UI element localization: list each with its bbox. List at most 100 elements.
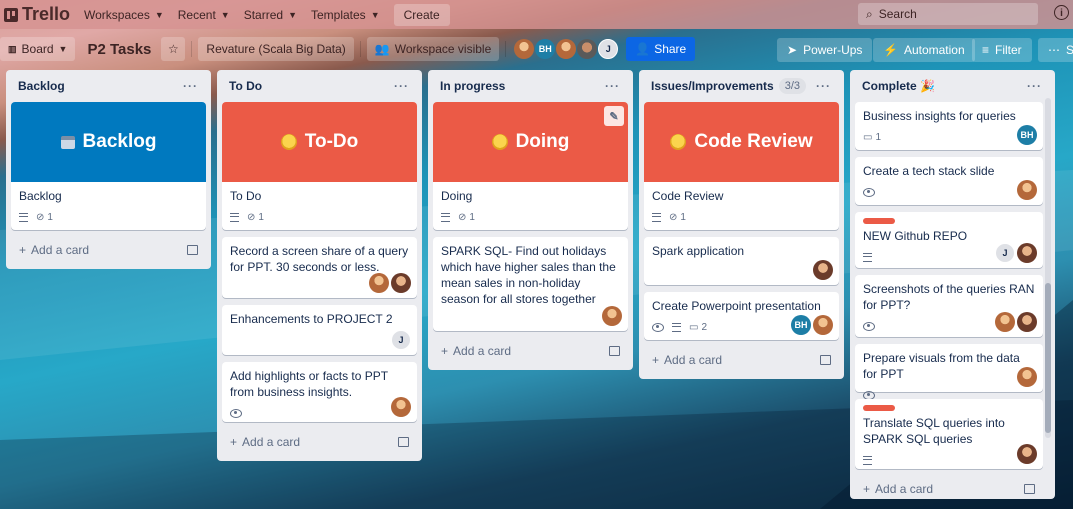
divider <box>359 41 361 57</box>
avatar[interactable] <box>514 39 535 59</box>
list-menu-icon[interactable]: ··· <box>1027 79 1042 93</box>
edit-card-icon[interactable]: ✎ <box>604 106 624 126</box>
avatar[interactable]: BH <box>791 315 811 335</box>
card-title: Business insights for queries <box>863 109 1016 123</box>
card-label-red[interactable] <box>863 405 895 411</box>
list-scrollbar[interactable] <box>1045 98 1051 438</box>
scrollbar-thumb[interactable] <box>1045 283 1051 433</box>
card-title: Record a screen share of a query for PPT… <box>230 244 409 274</box>
card[interactable]: Screenshots of the queries RAN for PPT? <box>855 275 1043 337</box>
filter-button[interactable]: ≡ Filter <box>972 38 1032 62</box>
avatar[interactable] <box>1017 243 1037 263</box>
card-template-icon[interactable] <box>820 355 831 365</box>
list-todo: To Do ··· To-Do To Do ⊘ 1 Record a screen… <box>217 70 422 461</box>
avatar[interactable]: BH <box>535 39 556 59</box>
list-header[interactable]: Backlog ··· <box>11 70 206 102</box>
search-input[interactable]: ⌕ Search <box>858 3 1038 25</box>
list-title[interactable]: Backlog <box>18 79 65 93</box>
avatar[interactable] <box>391 397 411 417</box>
card-template-icon[interactable] <box>609 346 620 356</box>
visibility-button[interactable]: 👥 Workspace visible <box>366 37 500 61</box>
card-title: To Do <box>230 189 262 203</box>
avatar[interactable] <box>369 273 389 293</box>
nav-starred[interactable]: Starred ▼ <box>244 8 297 22</box>
avatar[interactable] <box>1017 367 1037 387</box>
nav-workspaces[interactable]: Workspaces ▼ <box>84 8 164 22</box>
avatar[interactable] <box>1017 180 1037 200</box>
card[interactable]: Backlog Backlog ⊘ 1 <box>11 102 206 230</box>
list-menu-icon[interactable]: ··· <box>816 79 831 93</box>
trello-logo[interactable]: Trello <box>4 4 70 25</box>
card[interactable]: To-Do To Do ⊘ 1 <box>222 102 417 230</box>
card[interactable]: Add highlights or facts to PPT from busi… <box>222 362 417 422</box>
avatar[interactable] <box>1017 312 1037 332</box>
list-title[interactable]: To Do <box>229 79 262 93</box>
card-template-icon[interactable] <box>187 245 198 255</box>
list-title[interactable]: Issues/Improvements <box>651 79 774 93</box>
card[interactable]: Code Review Code Review ⊘ 1 <box>644 102 839 230</box>
thinking-emoji-icon <box>280 134 297 150</box>
watching-icon <box>863 321 875 331</box>
avatar[interactable] <box>813 315 833 335</box>
list-menu-icon[interactable]: ··· <box>183 79 198 93</box>
workspace-button[interactable]: Revature (Scala Big Data) <box>198 37 354 61</box>
card-label-red[interactable] <box>863 218 895 224</box>
avatar[interactable] <box>1017 444 1037 464</box>
list-header[interactable]: Issues/Improvements 3/3 ··· <box>644 70 839 102</box>
card[interactable]: SPARK SQL- Find out holidays which have … <box>433 237 628 331</box>
card[interactable]: Translate SQL queries into SPARK SQL que… <box>855 399 1043 469</box>
add-card-button[interactable]: + Add a card <box>644 347 839 373</box>
list-title[interactable]: Complete 🎉 <box>862 79 935 93</box>
star-board-button[interactable]: ☆ <box>161 37 186 61</box>
card[interactable]: Prepare visuals from the data for PPT <box>855 344 1043 400</box>
star-icon: ☆ <box>168 42 179 56</box>
board-title[interactable]: P2 Tasks <box>87 41 151 58</box>
nav-recent[interactable]: Recent ▼ <box>178 8 230 22</box>
create-button[interactable]: Create <box>393 3 450 26</box>
avatar[interactable] <box>577 39 598 59</box>
card[interactable]: Business insights for queries ▭ 1 BH <box>855 102 1043 150</box>
avatar[interactable] <box>813 260 833 280</box>
card-template-icon[interactable] <box>1024 484 1035 494</box>
add-card-button[interactable]: + Add a card <box>222 429 417 455</box>
card[interactable]: Create Powerpoint presentation ▭ 2 BH <box>644 292 839 340</box>
avatar[interactable] <box>995 312 1015 332</box>
card[interactable]: Create a tech stack slide <box>855 157 1043 205</box>
add-card-button[interactable]: + Add a card <box>433 338 628 364</box>
nav-templates[interactable]: Templates ▼ <box>311 8 380 22</box>
cover-text: Code Review <box>694 131 813 152</box>
add-card-button[interactable]: + Add a card <box>855 476 1043 499</box>
card-title: SPARK SQL- Find out holidays which have … <box>441 244 616 306</box>
avatar[interactable] <box>391 273 411 293</box>
avatar[interactable] <box>602 306 622 326</box>
avatar[interactable]: J <box>391 330 411 350</box>
info-icon[interactable]: i <box>1054 5 1069 20</box>
card[interactable]: Doing ✎ Doing ⊘ 1 <box>433 102 628 230</box>
avatar[interactable]: J <box>598 39 619 59</box>
card-cover: Backlog <box>11 102 206 182</box>
avatar[interactable]: BH <box>1017 125 1037 145</box>
card[interactable]: Spark application <box>644 237 839 285</box>
list-header[interactable]: In progress ··· <box>433 70 628 102</box>
list-title[interactable]: In progress <box>440 79 505 93</box>
avatar[interactable] <box>556 39 577 59</box>
board-view-switcher[interactable]: ▥ Board ▼ <box>0 37 76 61</box>
list-header[interactable]: To Do ··· <box>222 70 417 102</box>
comment-count: 2 <box>701 321 708 333</box>
plus-icon: + <box>652 353 660 367</box>
automation-button[interactable]: ⚡ Automation <box>873 38 975 62</box>
list-header[interactable]: Complete 🎉 ··· <box>855 70 1050 102</box>
add-card-button[interactable]: + Add a card <box>11 237 206 263</box>
list-menu-icon[interactable]: ··· <box>394 79 409 93</box>
description-icon <box>863 455 872 465</box>
card[interactable]: Enhancements to PROJECT 2 J <box>222 305 417 355</box>
rocket-icon: ➤ <box>787 43 798 57</box>
show-menu-button[interactable]: ⋯ Sh <box>1038 38 1073 62</box>
avatar[interactable]: J <box>995 243 1015 263</box>
card[interactable]: Record a screen share of a query for PPT… <box>222 237 417 298</box>
share-button[interactable]: 👤 Share <box>626 37 696 61</box>
list-menu-icon[interactable]: ··· <box>605 79 620 93</box>
power-ups-button[interactable]: ➤ Power-Ups <box>777 38 873 62</box>
card[interactable]: NEW Github REPO J <box>855 212 1043 268</box>
card-template-icon[interactable] <box>398 437 409 447</box>
